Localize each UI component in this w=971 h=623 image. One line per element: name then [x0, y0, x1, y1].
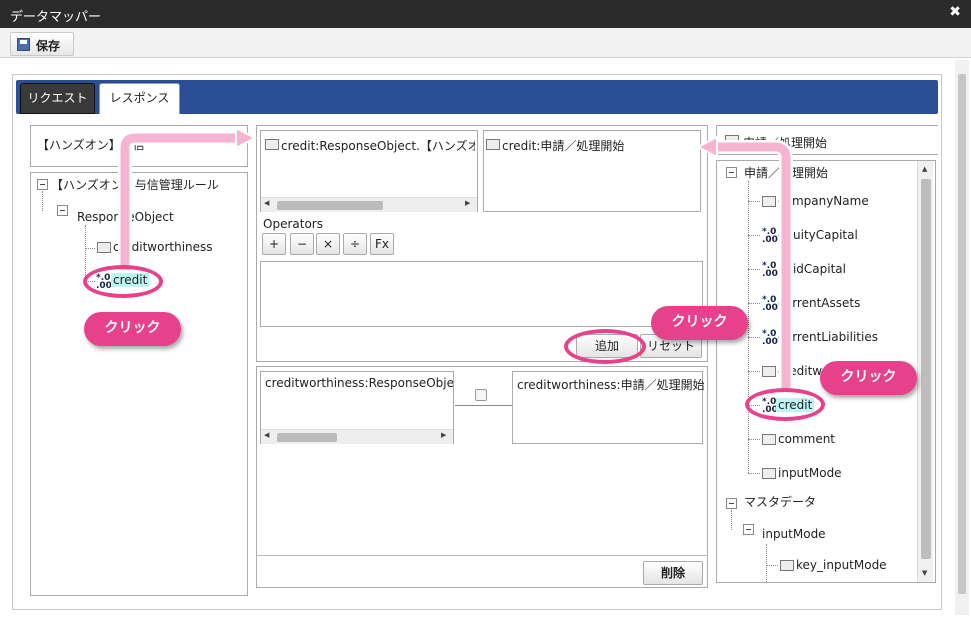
tree-field-label[interactable]: creditworthiness: [113, 240, 213, 254]
delete-button[interactable]: 削除: [643, 561, 703, 585]
left-tree-panel: 【ハンズオン】与信管理ルール ResponseObject creditwort…: [30, 172, 248, 596]
right-master-root[interactable]: マスタデータ: [744, 493, 816, 510]
number-icon: *.0.00: [762, 329, 778, 347]
operators-label: Operators: [263, 217, 323, 231]
target-box[interactable]: credit:申請／処理開始: [483, 130, 701, 212]
right-tree-scrollbar[interactable]: ▲ ▼: [917, 161, 933, 582]
highlight-add-button: [564, 329, 646, 364]
field-icon: [762, 366, 776, 377]
mapping-checkbox[interactable]: [475, 389, 487, 401]
mapping-connector: [455, 405, 513, 406]
number-icon: *.0.00: [762, 227, 778, 245]
callout-click: クリック: [651, 306, 748, 340]
minus-button[interactable]: −: [290, 233, 314, 255]
highlight-left-credit: [83, 265, 163, 298]
collapse-icon[interactable]: [743, 524, 754, 535]
mapping-source[interactable]: creditworthiness:ResponseObject. ◀ ▶: [260, 371, 454, 444]
source-box[interactable]: credit:ResponseObject.【ハンズオン】与 ◀ ▶: [260, 130, 478, 212]
right-item[interactable]: equityCapital: [778, 228, 858, 242]
right-item[interactable]: paidCapital: [778, 262, 846, 276]
expression-area[interactable]: [260, 261, 703, 327]
window-scrollbar[interactable]: [955, 60, 969, 615]
field-icon: [762, 434, 776, 445]
tab-request[interactable]: リクエスト: [20, 83, 95, 114]
right-master-leaf[interactable]: key_inputMode: [796, 558, 887, 572]
right-item[interactable]: companyName: [778, 194, 869, 208]
save-button[interactable]: 保存: [10, 32, 74, 56]
field-icon: [486, 139, 500, 150]
scroll-right-icon[interactable]: ▶: [441, 431, 446, 439]
title-bar: データマッパー ✖: [0, 0, 971, 28]
mapping-target[interactable]: creditworthiness:申請／処理開始: [512, 371, 705, 444]
left-search-value: 【ハンズオン】与信: [37, 138, 145, 152]
scroll-up-icon[interactable]: ▲: [922, 165, 927, 173]
scroll-left-icon[interactable]: ◀: [264, 199, 269, 207]
scroll-left-icon[interactable]: ◀: [264, 431, 269, 439]
source-box-text: credit:ResponseObject.【ハンズオン】与: [281, 139, 475, 153]
mapping-target-text: creditworthiness:申請／処理開始: [517, 378, 705, 392]
right-header-text: 申請／処理開始: [743, 136, 828, 150]
right-item[interactable]: inputMode: [778, 466, 842, 480]
tab-response[interactable]: レスポンス: [99, 83, 180, 114]
target-box-text: credit:申請／処理開始: [502, 139, 625, 153]
save-icon: [17, 38, 30, 51]
left-search-box[interactable]: 【ハンズオン】与信: [30, 125, 248, 167]
number-icon: *.0.00: [762, 261, 778, 279]
tree-child-label[interactable]: ResponseObject: [77, 210, 174, 224]
callout-click: クリック: [84, 312, 181, 346]
right-header: 申請／処理開始: [716, 125, 938, 155]
multiply-button[interactable]: ×: [316, 233, 340, 255]
collapse-icon[interactable]: [726, 167, 737, 178]
function-button[interactable]: Fx: [370, 233, 394, 255]
collapse-icon[interactable]: [57, 205, 68, 216]
right-item[interactable]: currentAssets: [778, 296, 860, 310]
field-icon: [780, 560, 794, 571]
close-icon[interactable]: ✖: [949, 4, 961, 20]
divider: [256, 555, 708, 556]
collapse-icon[interactable]: [726, 498, 737, 509]
field-icon: [762, 468, 776, 479]
right-master-child[interactable]: inputMode: [762, 527, 826, 541]
tree-root-label[interactable]: 【ハンズオン】与信管理ルール: [51, 176, 219, 193]
callout-click: クリック: [820, 361, 917, 395]
field-icon: [762, 196, 776, 207]
mapping-scrollbar[interactable]: [261, 429, 453, 444]
mapping-source-text: creditworthiness:ResponseObject.: [265, 376, 453, 390]
number-icon: *.0.00: [762, 295, 778, 313]
right-tree-root[interactable]: 申請／処理開始: [744, 164, 828, 181]
field-icon: [725, 135, 739, 146]
scroll-down-icon[interactable]: ▼: [922, 569, 927, 577]
save-button-label: 保存: [36, 39, 61, 53]
window-title: データマッパー: [10, 10, 102, 25]
right-item[interactable]: comment: [778, 432, 835, 446]
highlight-right-credit: [745, 388, 825, 421]
scroll-right-icon[interactable]: ▶: [465, 199, 470, 207]
right-item[interactable]: currentLiabilities: [778, 330, 878, 344]
plus-button[interactable]: +: [262, 233, 286, 255]
divide-button[interactable]: ÷: [343, 233, 367, 255]
source-scrollbar[interactable]: [261, 197, 477, 212]
field-icon: [97, 242, 111, 253]
collapse-icon[interactable]: [37, 179, 48, 190]
field-icon: [265, 139, 279, 150]
toolbar: [0, 28, 971, 58]
